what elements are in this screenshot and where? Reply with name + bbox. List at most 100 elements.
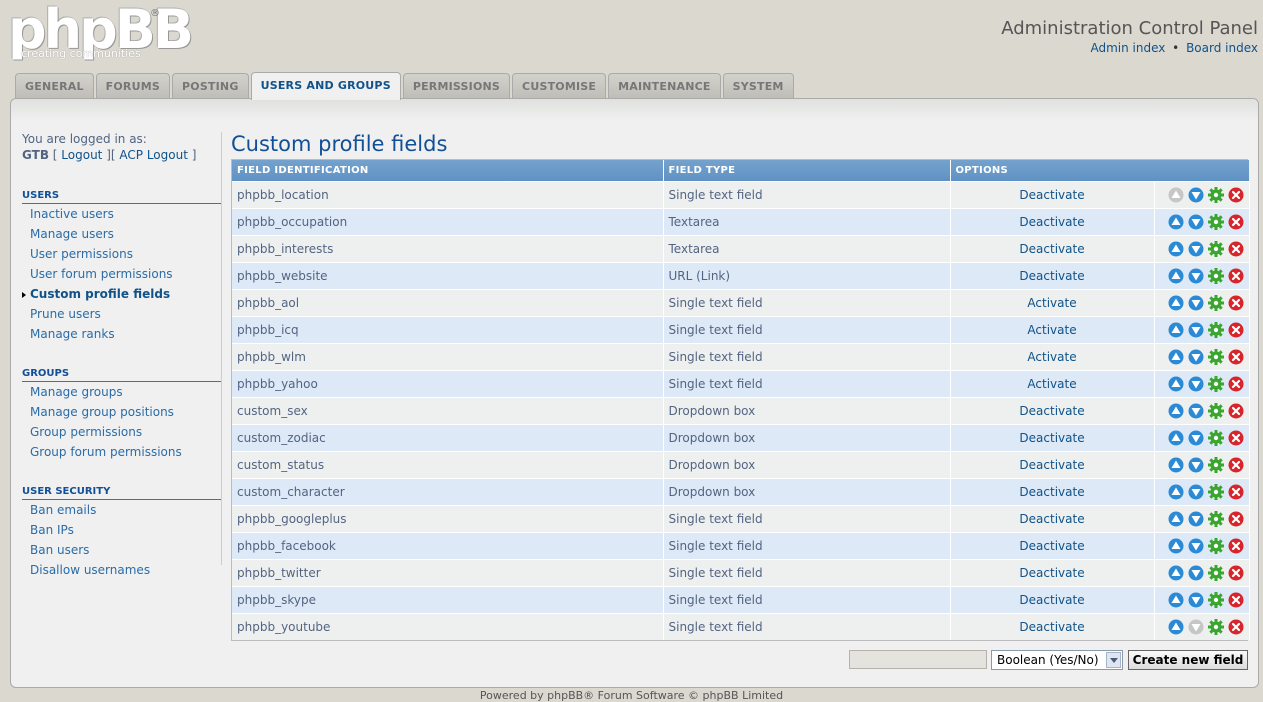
arrow-down-icon[interactable] [1188,403,1204,419]
tab-forums[interactable]: FORUMS [95,73,170,99]
arrow-up-icon[interactable] [1168,322,1184,338]
gear-icon[interactable] [1207,375,1224,392]
field-type-select[interactable]: Boolean (Yes/No) [991,650,1123,670]
deactivate-link[interactable]: Deactivate [1019,242,1084,256]
arrow-down-icon[interactable] [1188,457,1204,473]
delete-icon[interactable] [1228,187,1244,203]
sidebar-item-user-permissions[interactable]: User permissions [22,244,222,264]
deactivate-link[interactable]: Deactivate [1019,404,1084,418]
activate-link[interactable]: Activate [1027,323,1076,337]
deactivate-link[interactable]: Deactivate [1019,593,1084,607]
sidebar-item-prune-users[interactable]: Prune users [22,304,222,324]
arrow-up-icon[interactable] [1168,241,1184,257]
activate-link[interactable]: Activate [1027,350,1076,364]
arrow-down-icon[interactable] [1188,538,1204,554]
deactivate-link[interactable]: Deactivate [1019,539,1084,553]
delete-icon[interactable] [1228,268,1244,284]
delete-icon[interactable] [1228,403,1244,419]
acp-logout-link[interactable]: ACP Logout [119,148,188,162]
sidebar-item-custom-profile-fields[interactable]: Custom profile fields [22,284,222,304]
gear-icon[interactable] [1207,213,1224,230]
delete-icon[interactable] [1228,511,1244,527]
deactivate-link[interactable]: Deactivate [1019,431,1084,445]
gear-icon[interactable] [1207,186,1224,203]
tab-general[interactable]: GENERAL [15,73,94,99]
delete-icon[interactable] [1228,592,1244,608]
gear-icon[interactable] [1207,240,1224,257]
arrow-down-icon[interactable] [1188,187,1204,203]
arrow-down-icon[interactable] [1188,376,1204,392]
chevron-down-icon[interactable] [1106,652,1121,668]
arrow-up-icon[interactable] [1168,565,1184,581]
deactivate-link[interactable]: Deactivate [1019,269,1084,283]
delete-icon[interactable] [1228,322,1244,338]
tab-users-and-groups[interactable]: USERS AND GROUPS [250,72,401,100]
arrow-up-icon[interactable] [1168,403,1184,419]
deactivate-link[interactable]: Deactivate [1019,620,1084,634]
arrow-down-icon[interactable] [1188,295,1204,311]
arrow-down-icon[interactable] [1188,592,1204,608]
arrow-down-icon[interactable] [1188,484,1204,500]
tab-system[interactable]: SYSTEM [722,73,794,99]
arrow-up-icon[interactable] [1168,430,1184,446]
arrow-down-icon[interactable] [1188,322,1204,338]
delete-icon[interactable] [1228,457,1244,473]
gear-icon[interactable] [1207,510,1224,527]
activate-link[interactable]: Activate [1027,296,1076,310]
gear-icon[interactable] [1207,348,1224,365]
sidebar-item-manage-groups[interactable]: Manage groups [22,382,222,402]
admin-index-link[interactable]: Admin index [1090,41,1165,55]
sidebar-item-ban-ips[interactable]: Ban IPs [22,520,222,540]
sidebar-item-disallow-usernames[interactable]: Disallow usernames [22,560,222,580]
gear-icon[interactable] [1207,564,1224,581]
arrow-up-icon[interactable] [1168,484,1184,500]
sidebar-item-ban-emails[interactable]: Ban emails [22,500,222,520]
board-index-link[interactable]: Board index [1186,41,1258,55]
delete-icon[interactable] [1228,538,1244,554]
arrow-up-icon[interactable] [1168,268,1184,284]
sidebar-item-group-permissions[interactable]: Group permissions [22,422,222,442]
deactivate-link[interactable]: Deactivate [1019,566,1084,580]
tab-maintenance[interactable]: MAINTENANCE [608,73,721,99]
delete-icon[interactable] [1228,295,1244,311]
deactivate-link[interactable]: Deactivate [1019,512,1084,526]
arrow-down-icon[interactable] [1188,214,1204,230]
new-field-name-input[interactable] [849,650,987,669]
tab-permissions[interactable]: PERMISSIONS [402,73,511,99]
arrow-down-icon[interactable] [1188,565,1204,581]
deactivate-link[interactable]: Deactivate [1019,485,1084,499]
gear-icon[interactable] [1207,456,1224,473]
sidebar-item-inactive-users[interactable]: Inactive users [22,204,222,224]
arrow-up-icon[interactable] [1168,511,1184,527]
gear-icon[interactable] [1207,402,1224,419]
gear-icon[interactable] [1207,429,1224,446]
arrow-down-icon[interactable] [1188,268,1204,284]
arrow-up-icon[interactable] [1168,214,1184,230]
arrow-down-icon[interactable] [1188,241,1204,257]
gear-icon[interactable] [1207,321,1224,338]
deactivate-link[interactable]: Deactivate [1019,458,1084,472]
delete-icon[interactable] [1228,241,1244,257]
gear-icon[interactable] [1207,591,1224,608]
sidebar-item-ban-users[interactable]: Ban users [22,540,222,560]
delete-icon[interactable] [1228,619,1244,635]
delete-icon[interactable] [1228,484,1244,500]
arrow-up-icon[interactable] [1168,619,1184,635]
arrow-up-icon[interactable] [1168,349,1184,365]
activate-link[interactable]: Activate [1027,377,1076,391]
tab-posting[interactable]: POSTING [172,73,249,99]
logout-link[interactable]: Logout [61,148,102,162]
arrow-down-icon[interactable] [1188,430,1204,446]
delete-icon[interactable] [1228,376,1244,392]
tab-customise[interactable]: CUSTOMISE [512,73,607,99]
arrow-up-icon[interactable] [1168,295,1184,311]
arrow-down-icon[interactable] [1188,349,1204,365]
arrow-up-icon[interactable] [1168,457,1184,473]
sidebar-item-manage-ranks[interactable]: Manage ranks [22,324,222,344]
delete-icon[interactable] [1228,214,1244,230]
gear-icon[interactable] [1207,618,1224,635]
sidebar-item-group-forum-permissions[interactable]: Group forum permissions [22,442,222,462]
sidebar-item-user-forum-permissions[interactable]: User forum permissions [22,264,222,284]
arrow-down-icon[interactable] [1188,511,1204,527]
delete-icon[interactable] [1228,430,1244,446]
